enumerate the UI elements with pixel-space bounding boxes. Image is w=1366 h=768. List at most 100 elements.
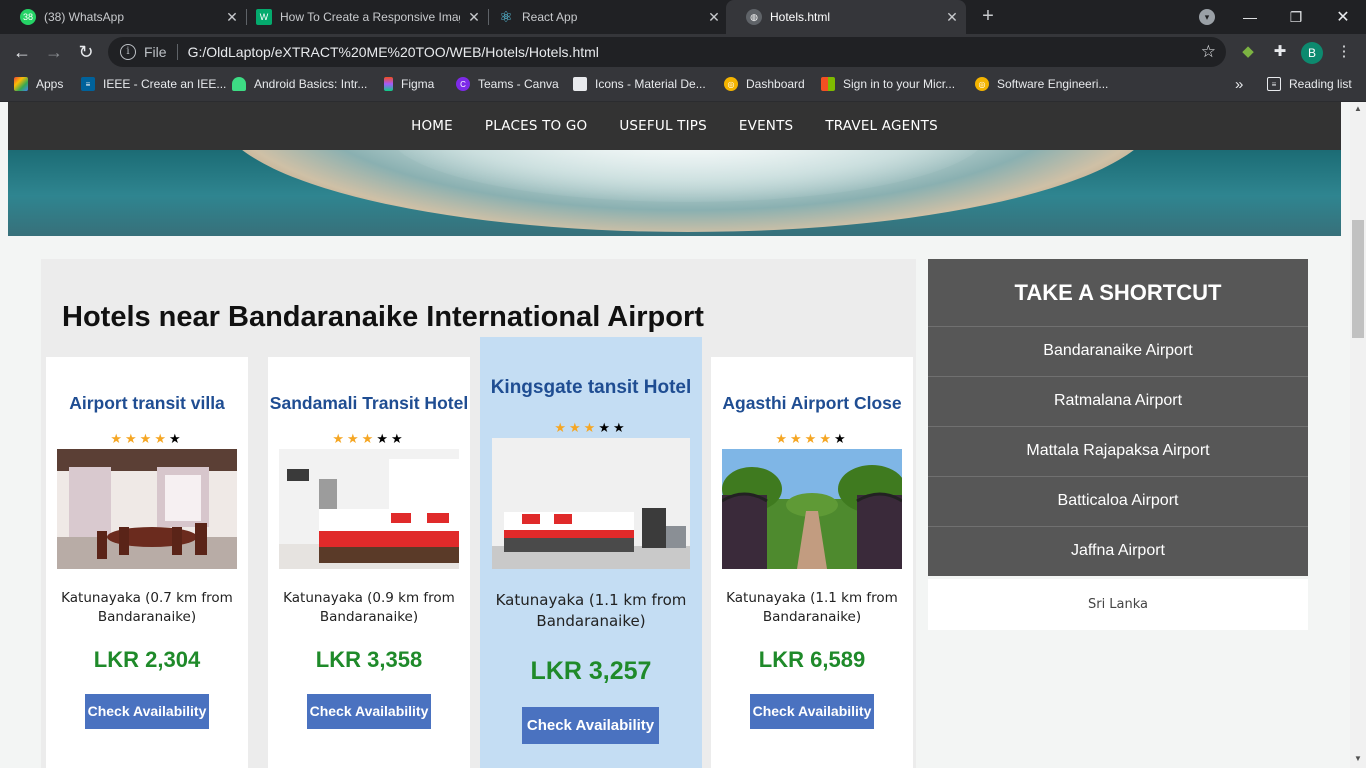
bookmark-label: Dashboard xyxy=(746,77,805,91)
reload-button[interactable]: ↻ xyxy=(74,40,98,64)
new-tab-button[interactable]: + xyxy=(976,5,1000,29)
star-filled-icon: ★ xyxy=(790,431,805,446)
url-text[interactable]: G:/OldLaptop/eXTRACT%20ME%20TOO/WEB/Hote… xyxy=(188,44,599,60)
hotel-name[interactable]: Sandamali Transit Hotel xyxy=(268,393,470,414)
figma-icon xyxy=(384,77,393,91)
tab-title: (38) WhatsApp xyxy=(44,10,125,24)
hotel-card: Sandamali Transit Hotel ★★★★★ Katunayaka… xyxy=(268,357,470,768)
hotel-photo xyxy=(57,449,237,569)
sidebar-item-batticaloa-airport[interactable]: Batticaloa Airport xyxy=(928,476,1308,526)
bookmark-figma[interactable]: Figma xyxy=(384,70,434,98)
whatsapp-icon: 38 xyxy=(20,9,36,25)
star-empty-icon: ★ xyxy=(376,431,391,446)
star-rating: ★★★★★ xyxy=(711,432,913,446)
hotel-price: LKR 3,358 xyxy=(315,647,423,672)
star-empty-icon: ★ xyxy=(612,420,628,435)
star-rating: ★★★★★ xyxy=(268,432,470,446)
hotel-location: Katunayaka (0.7 km from Bandaranaike) xyxy=(61,590,233,625)
bookmark-ieee[interactable]: ≡ IEEE - Create an IEE... xyxy=(81,70,226,98)
extensions-puzzle-icon[interactable]: ✚ xyxy=(1270,42,1290,62)
star-filled-icon: ★ xyxy=(583,420,599,435)
bookmark-android[interactable]: Android Basics: Intr... xyxy=(232,70,367,98)
check-availability-button[interactable]: Check Availability xyxy=(522,707,659,744)
bookmark-microsoft[interactable]: Sign in to your Micr... xyxy=(821,70,955,98)
info-icon[interactable]: i xyxy=(120,44,136,60)
close-window-button[interactable]: ✕ xyxy=(1320,0,1366,34)
globe-icon: ◍ xyxy=(746,9,762,25)
extension-icon[interactable]: ◆ xyxy=(1238,42,1258,62)
bookmark-label: Apps xyxy=(36,77,64,91)
bookmark-material[interactable]: Icons - Material De... xyxy=(573,70,706,98)
sidebar-item-bandaranaike-airport[interactable]: Bandaranaike Airport xyxy=(928,326,1308,376)
reading-list-icon: ≡ xyxy=(1267,77,1281,91)
tab-title: Hotels.html xyxy=(770,10,831,24)
sidebar-item-jaffna-airport[interactable]: Jaffna Airport xyxy=(928,526,1308,576)
check-availability-button[interactable]: Check Availability xyxy=(85,694,209,729)
star-filled-icon: ★ xyxy=(347,431,362,446)
hotel-name[interactable]: Agasthi Airport Close xyxy=(711,393,913,414)
hotel-card-featured: Kingsgate tansit Hotel ★★★★★ Katunayaka … xyxy=(480,337,702,768)
tab-search-icon[interactable]: ▾ xyxy=(1199,9,1215,25)
check-availability-button[interactable]: Check Availability xyxy=(750,694,874,729)
star-filled-icon: ★ xyxy=(554,420,570,435)
forward-button[interactable]: → xyxy=(42,40,66,64)
hotel-price: LKR 6,589 xyxy=(758,647,866,672)
hotel-card: Agasthi Airport Close ★★★★★ Katunayaka (… xyxy=(711,357,913,768)
more-menu-icon[interactable]: ⋮ xyxy=(1334,42,1354,62)
sidebar-item-ratmalana-airport[interactable]: Ratmalana Airport xyxy=(928,376,1308,426)
hotel-location: Katunayaka (1.1 km from Bandaranaike) xyxy=(726,590,898,625)
hotel-price: LKR 2,304 xyxy=(93,647,201,672)
hotel-location: Katunayaka (1.1 km from Bandaranaike) xyxy=(495,591,687,630)
tab-w3schools[interactable]: W How To Create a Responsive Imag ✕ xyxy=(236,0,488,34)
reading-list-button[interactable]: ≡ Reading list xyxy=(1267,70,1352,98)
minimize-button[interactable]: — xyxy=(1227,0,1273,34)
tab-hotels[interactable]: ◍ Hotels.html ✕ xyxy=(726,0,966,34)
scroll-down-arrow-icon[interactable]: ▼ xyxy=(1350,754,1366,763)
nav-useful-tips[interactable]: USEFUL TIPS xyxy=(619,118,707,134)
nav-travel-agents[interactable]: TRAVEL AGENTS xyxy=(825,118,938,134)
scrollbar-thumb[interactable] xyxy=(1352,220,1364,338)
bookmark-canva[interactable]: C Teams - Canva xyxy=(456,70,559,98)
bookmark-apps[interactable]: Apps xyxy=(14,70,63,98)
star-filled-icon: ★ xyxy=(110,431,126,446)
hotel-name[interactable]: Kingsgate tansit Hotel xyxy=(480,377,702,399)
dashboard-icon: ◎ xyxy=(724,77,738,91)
tab-react-app[interactable]: ⚛ React App ✕ xyxy=(478,0,728,34)
bookmark-label: Figma xyxy=(401,77,435,91)
check-availability-button[interactable]: Check Availability xyxy=(307,694,431,729)
android-icon xyxy=(232,77,246,91)
main-navigation: HOME PLACES TO GO USEFUL TIPS EVENTS TRA… xyxy=(8,102,1341,150)
star-filled-icon: ★ xyxy=(154,431,169,446)
address-bar[interactable]: i File G:/OldLaptop/eXTRACT%20ME%20TOO/W… xyxy=(108,37,1226,67)
sidebar-title: TAKE A SHORTCUT xyxy=(928,259,1308,326)
star-filled-icon: ★ xyxy=(125,431,140,446)
bookmarks-overflow-button[interactable]: » xyxy=(1235,70,1243,98)
shortcut-sidebar: TAKE A SHORTCUT Bandaranaike Airport Rat… xyxy=(928,259,1308,630)
hotel-price: LKR 3,257 xyxy=(530,657,652,685)
page-scrollbar[interactable]: ▲ ▼ xyxy=(1350,102,1366,768)
tab-title: React App xyxy=(522,10,578,24)
bookmark-star-icon[interactable]: ☆ xyxy=(1201,42,1216,62)
hotel-name[interactable]: Airport transit villa xyxy=(46,393,248,414)
w3schools-icon: W xyxy=(256,9,272,25)
profile-avatar[interactable]: B xyxy=(1301,42,1323,64)
bookmark-software-engineering[interactable]: ◎ Software Engineeri... xyxy=(975,70,1108,98)
scroll-up-arrow-icon[interactable]: ▲ xyxy=(1350,104,1366,113)
page-viewport: HOME PLACES TO GO USEFUL TIPS EVENTS TRA… xyxy=(0,102,1350,768)
browser-toolbar: ← → ↻ i File G:/OldLaptop/eXTRACT%20ME%2… xyxy=(0,34,1366,70)
nav-places-to-go[interactable]: PLACES TO GO xyxy=(485,118,587,134)
close-icon[interactable]: ✕ xyxy=(938,9,966,26)
tab-title: How To Create a Responsive Imag xyxy=(280,10,460,24)
bookmark-dashboard[interactable]: ◎ Dashboard xyxy=(724,70,805,98)
restore-button[interactable]: ❐ xyxy=(1273,0,1319,34)
nav-home[interactable]: HOME xyxy=(411,118,453,134)
nav-events[interactable]: EVENTS xyxy=(739,118,793,134)
tab-whatsapp[interactable]: 38 (38) WhatsApp ✕ xyxy=(0,0,246,34)
hotel-location: Katunayaka (0.9 km from Bandaranaike) xyxy=(283,590,455,625)
close-icon[interactable]: ✕ xyxy=(700,9,728,26)
star-empty-icon: ★ xyxy=(390,431,406,446)
sidebar-footer: Sri Lanka xyxy=(928,579,1308,630)
sidebar-item-mattala-rajapaksa-airport[interactable]: Mattala Rajapaksa Airport xyxy=(928,426,1308,476)
hotel-photo xyxy=(279,449,459,569)
back-button[interactable]: ← xyxy=(10,40,34,64)
